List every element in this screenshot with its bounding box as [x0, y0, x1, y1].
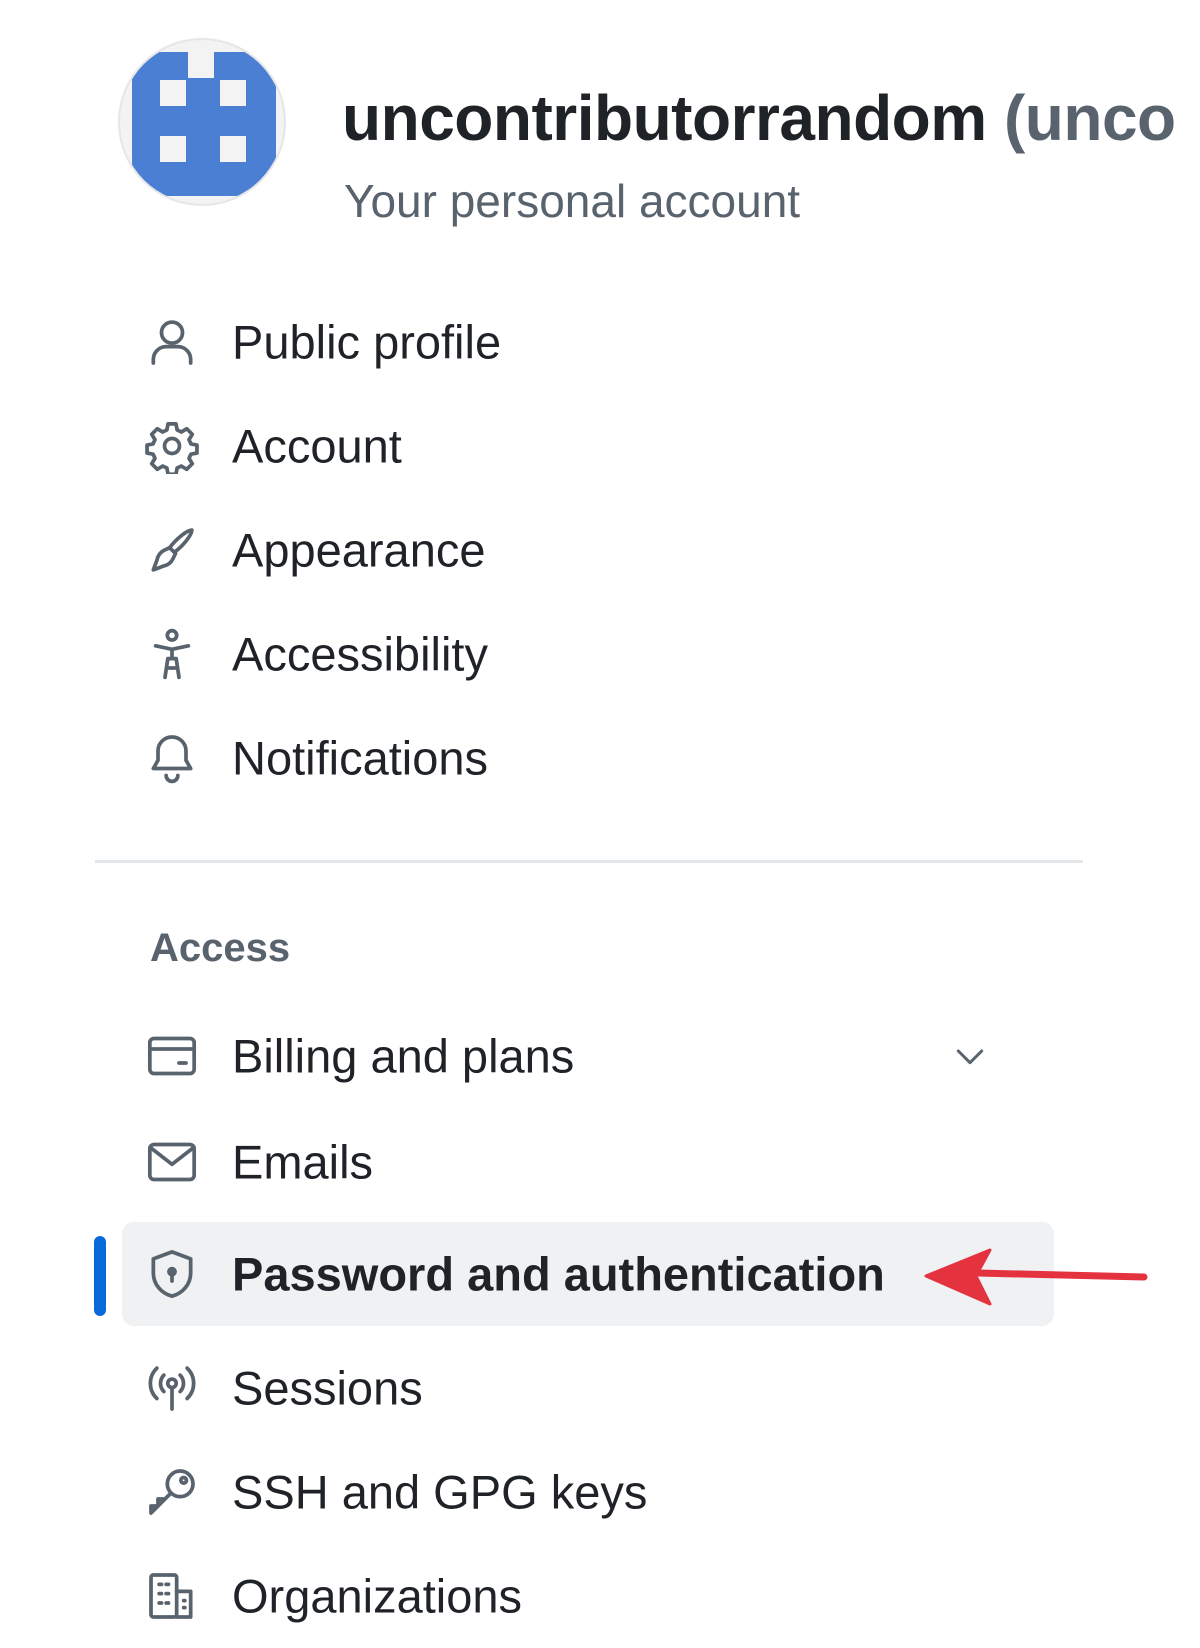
nav-item-label: Emails: [232, 1135, 374, 1189]
nav-item-label: Appearance: [232, 523, 486, 577]
identicon-icon: [132, 52, 276, 196]
broadcast-icon: [144, 1360, 200, 1416]
nav-item-public-profile[interactable]: Public profile: [122, 290, 1054, 394]
key-icon: [144, 1464, 200, 1520]
nav-item-label: Billing and plans: [232, 1029, 575, 1083]
nav-item-emails[interactable]: Emails: [122, 1110, 1054, 1214]
section-heading-access: Access: [150, 926, 291, 970]
section-divider: [95, 860, 1083, 863]
chevron-down-icon[interactable]: [950, 1036, 990, 1076]
nav-item-account[interactable]: Account: [122, 394, 1054, 498]
active-indicator: [94, 1236, 106, 1316]
nav-item-label: Accessibility: [232, 627, 488, 681]
gear-icon: [144, 418, 200, 474]
nav-item-accessibility[interactable]: Accessibility: [122, 602, 1054, 706]
avatar[interactable]: [118, 38, 286, 206]
annotation-arrow: [918, 1240, 1148, 1320]
nav-item-ssh-and-gpg-keys[interactable]: SSH and GPG keys: [122, 1440, 1054, 1544]
nav-item-label: Password and authentication: [232, 1247, 885, 1301]
nav-item-notifications[interactable]: Notifications: [122, 706, 1054, 810]
profile-header: uncontributorrandom (unco Your personal …: [118, 38, 1200, 224]
organization-icon: [144, 1568, 200, 1624]
nav-item-sessions[interactable]: Sessions: [122, 1336, 1054, 1440]
nav-item-label: Account: [232, 419, 402, 473]
nav-item-appearance[interactable]: Appearance: [122, 498, 1054, 602]
nav-item-label: Notifications: [232, 731, 488, 785]
person-icon: [144, 314, 200, 370]
paintbrush-icon: [144, 522, 200, 578]
nav-item-label: Sessions: [232, 1361, 423, 1415]
nav-item-label: Organizations: [232, 1569, 522, 1623]
account-subtitle: Your personal account: [344, 175, 801, 227]
nav-item-label: Public profile: [232, 315, 502, 369]
bell-icon: [144, 730, 200, 786]
nav-item-organizations[interactable]: Organizations: [122, 1544, 1054, 1648]
credit-card-icon: [144, 1028, 200, 1084]
accessibility-icon: [144, 626, 200, 682]
username: uncontributorrandom: [342, 82, 987, 154]
nav-item-billing-and-plans[interactable]: Billing and plans: [122, 1004, 1054, 1108]
nav-item-label: SSH and GPG keys: [232, 1465, 648, 1519]
nav-item-password-and-authentication[interactable]: Password and authentication: [122, 1222, 1054, 1326]
login-name: (unco: [1003, 82, 1176, 154]
mail-icon: [144, 1134, 200, 1190]
account-name[interactable]: uncontributorrandom (unco: [342, 86, 1176, 150]
shield-lock-icon: [144, 1246, 200, 1302]
